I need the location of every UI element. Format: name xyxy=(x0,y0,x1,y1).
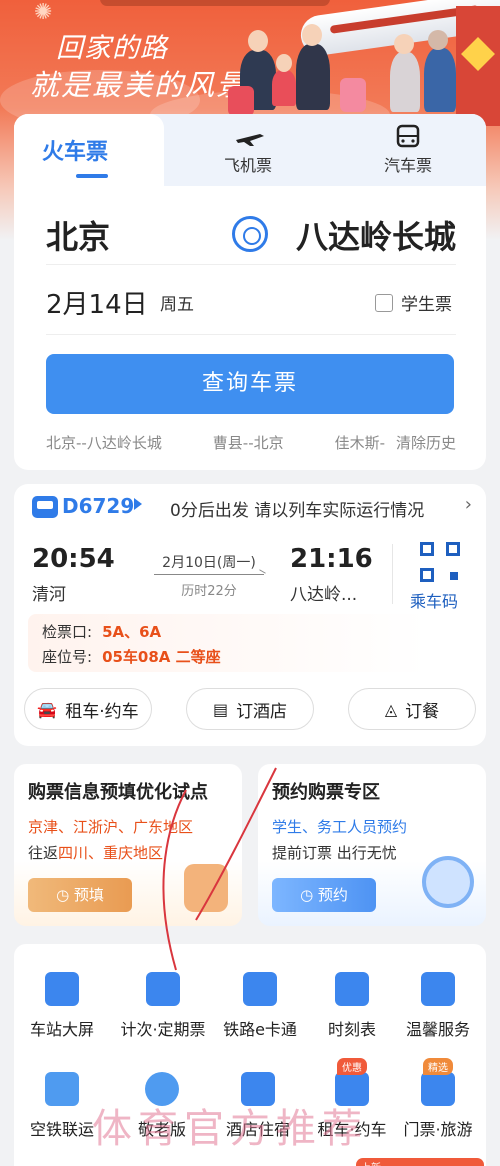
departure-weekday: 周五 xyxy=(160,295,194,315)
discount-badge: 优惠 xyxy=(337,1058,367,1075)
seat-label: 座位号: xyxy=(42,648,93,666)
car-rental-button[interactable]: 🚘 租车·约车 xyxy=(24,688,152,730)
clipboard-illustration xyxy=(184,864,228,912)
trip-arrival-station: 八达岭... xyxy=(290,585,358,605)
play-arrow-icon xyxy=(134,498,142,510)
grid-item-ecard[interactable]: 铁路e卡通 xyxy=(210,972,310,1040)
grid-item-periodic-ticket[interactable]: 计次·定期票 xyxy=(108,972,218,1040)
student-label: 学生票 xyxy=(401,295,452,315)
reservation-promo-card[interactable]: 预约购票专区 学生、务工人员预约 提前订票 出行无忧 ◷ 预约 xyxy=(258,764,486,926)
status-handle xyxy=(100,0,330,6)
arrival-station[interactable]: 八达岭长城 xyxy=(296,212,456,258)
swap-stations-icon[interactable] xyxy=(232,216,268,252)
tab-bar: 火车票 飞机票 汽车票 xyxy=(14,114,486,190)
prefill-button[interactable]: ◷ 预填 xyxy=(28,878,132,912)
book-hotel-button[interactable]: ▤ 订酒店 xyxy=(186,688,314,730)
calendar-clock-illustration xyxy=(422,856,474,908)
calendar-icon xyxy=(45,972,79,1006)
clock-icon: ◷ xyxy=(56,886,74,904)
airplane-icon xyxy=(236,134,264,146)
search-history: 北京--八达岭长城 曹县--北京 佳木斯- 清除历史 xyxy=(46,432,456,453)
history-item[interactable]: 佳木斯- xyxy=(335,432,385,453)
reservation-slogan: 提前订票 出行无忧 xyxy=(272,844,397,862)
hotel-icon: ▤ xyxy=(212,699,229,719)
arrival-time: 21:16 xyxy=(290,544,373,574)
trip-duration: 历时22分 xyxy=(181,584,237,599)
departure-station[interactable]: 北京 xyxy=(46,212,110,258)
car-rental-label: 租车·约车 xyxy=(65,701,139,722)
gate-label: 检票口: xyxy=(42,623,93,641)
watermark-text: 体育官方推荐 xyxy=(92,1106,368,1152)
query-tickets-button[interactable]: 查询车票 xyxy=(46,354,454,414)
order-meal-button[interactable]: ◬ 订餐 xyxy=(348,688,476,730)
tab-underline xyxy=(76,174,108,178)
tab-train[interactable]: 火车票 xyxy=(14,114,164,190)
heart-box-icon xyxy=(421,972,455,1006)
reservation-title: 预约购票专区 xyxy=(272,782,380,803)
clock-icon: ◷ xyxy=(300,886,318,904)
card-icon xyxy=(243,972,277,1006)
grid-item-timetable[interactable]: 时刻表 xyxy=(304,972,400,1040)
tab-bus[interactable]: 汽车票 xyxy=(358,124,458,176)
qr-code-icon[interactable] xyxy=(420,542,460,582)
chevron-right-icon[interactable]: › xyxy=(465,494,472,515)
banner-slogan-1: 回家的路 xyxy=(56,33,168,64)
gate-value: 5A、6A xyxy=(102,623,162,641)
trip-date: 2月10日(周一) xyxy=(162,555,256,571)
history-item[interactable]: 北京--八达岭长城 xyxy=(46,432,162,453)
prefill-promo-card[interactable]: 购票信息预填优化试点 京津、江浙沪、广东地区 往返四川、重庆地区 ◷ 预填 xyxy=(14,764,242,926)
bus-icon xyxy=(396,124,420,148)
tab-flight-label: 飞机票 xyxy=(223,156,272,175)
featured-badge: 精选 xyxy=(423,1058,453,1075)
tab-flight[interactable]: 飞机票 xyxy=(198,124,298,176)
departure-time: 20:54 xyxy=(32,544,115,574)
reservation-audience: 学生、务工人员预约 xyxy=(272,818,408,836)
student-ticket-toggle[interactable]: 学生票 xyxy=(375,290,452,315)
prefill-return-line: 往返四川、重庆地区 xyxy=(28,844,164,862)
departure-date[interactable]: 2月14日 xyxy=(46,284,148,321)
prefill-regions: 京津、江浙沪、广东地区 xyxy=(28,818,194,836)
trip-arrow-line xyxy=(154,574,264,575)
trip-departure-station: 清河 xyxy=(32,585,66,605)
tab-bus-label: 汽车票 xyxy=(383,156,432,175)
firework-icon: ✺ xyxy=(34,0,53,25)
new-badge: 上新 xyxy=(356,1158,484,1166)
order-meal-label: 订餐 xyxy=(405,701,440,722)
grid-item-station-screen[interactable]: 车站大屏 xyxy=(14,972,110,1040)
train-front-icon xyxy=(335,972,369,1006)
car-icon: 🚘 xyxy=(37,699,58,719)
book-hotel-label: 订酒店 xyxy=(236,701,288,722)
mountain-icon: 精选 xyxy=(421,1058,455,1106)
history-item[interactable]: 曹县--北京 xyxy=(213,432,284,453)
ride-code-label[interactable]: 乘车码 xyxy=(410,588,458,612)
grid-item-tickets-tour[interactable]: 精选 门票·旅游 xyxy=(390,1058,486,1140)
reservation-button[interactable]: ◷ 预约 xyxy=(272,878,376,912)
train-icon xyxy=(32,496,58,518)
plane-train-icon xyxy=(45,1072,79,1106)
train-number: D6729 xyxy=(62,494,135,518)
ticket-clock-icon xyxy=(146,972,180,1006)
prefill-title: 购票信息预填优化试点 xyxy=(28,782,208,803)
clear-history-button[interactable]: 清除历史 xyxy=(396,432,456,453)
departure-notice: 0分后出发 请以列车实际运行情况 xyxy=(170,501,425,521)
grid-item-warm-service[interactable]: 温馨服务 xyxy=(390,972,486,1040)
gate-seat-info: 检票口: 5A、6A 座位号: 05车08A 二等座 xyxy=(28,614,472,672)
ticket-search-card: 火车票 飞机票 汽车票 北京 八达岭长城 2月14日 周五 学生票 查询车票 北… xyxy=(14,114,486,470)
gate-illustration xyxy=(456,6,500,126)
tab-train-label: 火车票 xyxy=(42,140,109,165)
upcoming-trip-card[interactable]: D6729 0分后出发 请以列车实际运行情况 › 20:54 清河 2月10日(… xyxy=(14,484,486,746)
student-checkbox[interactable] xyxy=(375,293,393,312)
meal-icon: ◬ xyxy=(384,699,398,719)
seat-value: 05车08A 二等座 xyxy=(102,648,221,666)
